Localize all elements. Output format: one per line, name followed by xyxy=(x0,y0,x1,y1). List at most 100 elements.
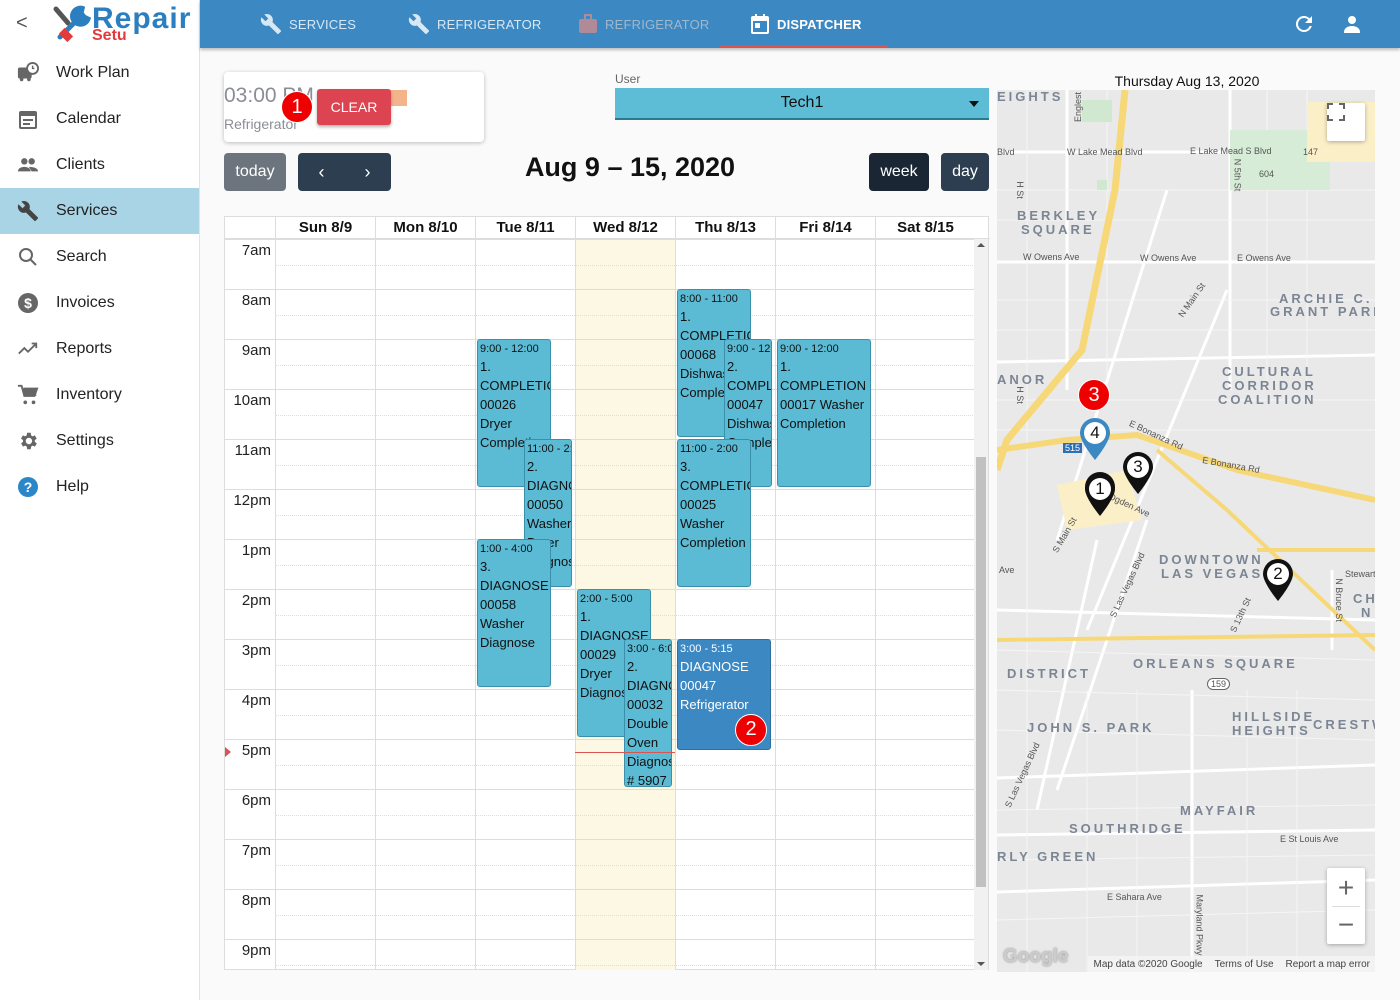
time-label: 8pm xyxy=(241,892,271,909)
calendar-body[interactable]: 7am 8am 9am 10am 11am 12pm 1pm 2pm 3pm 4pm 5pm 6pm 7… xyxy=(225,239,990,970)
map[interactable]: EIGHTS BERKLEY SQUARE ARCHIE C. GRANT PA… xyxy=(997,90,1375,972)
user-select[interactable]: Tech1 xyxy=(615,88,989,120)
time-slot-row: 1pm xyxy=(225,539,975,589)
scroll-down-icon[interactable] xyxy=(977,962,985,966)
street-label: H St xyxy=(1014,181,1025,199)
report-error-link[interactable]: Report a map error xyxy=(1286,959,1370,970)
event-line: 1. xyxy=(580,609,591,624)
map-pin-4[interactable]: 4 xyxy=(1078,416,1112,462)
next-week-button[interactable]: › xyxy=(345,162,391,183)
column-divider xyxy=(775,239,776,970)
day-view-button[interactable]: day xyxy=(941,153,989,191)
gear-icon xyxy=(17,430,39,452)
sidebar-item-label: Help xyxy=(56,478,89,495)
time-slot-row: 12pm xyxy=(225,489,975,539)
sidebar-item-clients[interactable]: Clients xyxy=(0,142,199,188)
event-time: 9:00 - 12:00 xyxy=(480,343,539,355)
calendar-title: Aug 9 – 15, 2020 xyxy=(524,152,736,182)
user-label: User xyxy=(615,72,641,86)
time-slot-row: 7pm xyxy=(225,839,975,889)
event-line: 3. xyxy=(680,459,691,474)
step-badge: 3 xyxy=(1078,379,1110,411)
event-line: 00032 xyxy=(627,697,664,712)
map-area-label: CH xyxy=(1353,591,1375,606)
calendar-event[interactable]: 1:00 - 4:00 3. DIAGNOSE 00058 Washer Diagnose xyxy=(477,539,551,687)
refresh-icon[interactable] xyxy=(1292,12,1316,36)
map-pin-2[interactable]: 2 xyxy=(1261,557,1295,603)
event-line: Double xyxy=(627,716,669,731)
terms-link[interactable]: Terms of Use xyxy=(1215,959,1274,970)
column-divider xyxy=(675,239,676,970)
half-hour-line xyxy=(275,565,975,566)
sidebar-item-invoices[interactable]: $ Invoices xyxy=(0,280,199,326)
sidebar-item-work-plan[interactable]: Work Plan xyxy=(0,50,199,96)
clear-button[interactable]: CLEAR xyxy=(317,89,391,125)
event-line: 00050 xyxy=(527,497,564,512)
sidebar-item-label: Clients xyxy=(56,156,105,173)
calendar-header: Sun 8/9 Mon 8/10 Tue 8/11 Wed 8/12 Thu 8/13 F… xyxy=(225,217,990,239)
event-line: Washer xyxy=(480,616,525,631)
tab-dispatcher[interactable]: DISPATCHER xyxy=(720,0,888,48)
scrollbar-thumb[interactable] xyxy=(976,457,986,887)
map-area-label: COALITION xyxy=(1218,392,1317,407)
sidebar-item-reports[interactable]: Reports xyxy=(0,326,199,372)
user-select-value: Tech1 xyxy=(780,94,824,111)
day-header: Tue 8/11 xyxy=(475,217,575,239)
nav-button-group: ‹ › xyxy=(298,153,391,191)
pin-label: 1 xyxy=(1095,479,1105,498)
map-footer: Map data ©2020 Google Terms of Use Repor… xyxy=(1088,956,1375,972)
event-line: 00026 xyxy=(480,397,517,412)
week-calendar: Sun 8/9 Mon 8/10 Tue 8/11 Wed 8/12 Thu 8/13 F… xyxy=(224,216,990,970)
event-line: 2. xyxy=(627,659,638,674)
event-line: 2. xyxy=(527,459,538,474)
map-pin-1[interactable]: 1 xyxy=(1083,472,1117,518)
logo[interactable]: Repair Setu xyxy=(48,2,190,47)
scroll-up-icon[interactable] xyxy=(977,243,985,247)
day-header: Wed 8/12 xyxy=(575,217,675,239)
zoom-out-button[interactable]: − xyxy=(1338,907,1354,943)
event-line: 00047 xyxy=(680,678,717,693)
account-icon[interactable] xyxy=(1340,12,1364,36)
sidebar-item-help[interactable]: ? Help xyxy=(0,464,199,510)
event-line: COMPLETION xyxy=(727,378,772,393)
half-hour-line xyxy=(275,965,975,966)
current-time-arrow-icon xyxy=(225,746,231,757)
tab-services[interactable]: SERVICES xyxy=(260,0,356,48)
calendar-scrollbar[interactable] xyxy=(974,239,988,970)
time-label: 6pm xyxy=(241,792,271,809)
week-view-button[interactable]: week xyxy=(869,153,929,191)
sidebar-item-settings[interactable]: Settings xyxy=(0,418,199,464)
calendar-event[interactable]: 11:00 - 2:00 3. COMPLETION 00025 Washer Compl… xyxy=(677,439,751,587)
time-label: 1pm xyxy=(241,542,271,559)
svg-text:?: ? xyxy=(24,479,33,495)
calendar-event[interactable]: 3:00 - 6:00 2. DIAGNOSE 00032 Double Oven Diag… xyxy=(624,639,672,787)
column-divider xyxy=(275,239,276,970)
day-header: Sat 8/15 xyxy=(875,217,975,239)
street-label: W Owens Ave xyxy=(1140,253,1197,263)
day-header: Fri 8/14 xyxy=(775,217,875,239)
map-area-label: CULTURAL xyxy=(1222,364,1316,379)
sidebar-item-inventory[interactable]: Inventory xyxy=(0,372,199,418)
time-label: 7pm xyxy=(241,842,271,859)
half-hour-line xyxy=(275,265,975,266)
cart-icon xyxy=(17,384,39,406)
tab-refrigerator[interactable]: REFRIGERATOR xyxy=(408,0,541,48)
sidebar-item-calendar[interactable]: Calendar xyxy=(0,96,199,142)
street-label: E St Louis Ave xyxy=(1280,834,1339,844)
collapse-sidebar-icon[interactable]: < xyxy=(16,12,28,35)
fullscreen-button[interactable] xyxy=(1327,103,1365,141)
zoom-in-button[interactable]: + xyxy=(1338,870,1354,906)
sidebar-item-services[interactable]: Services xyxy=(0,188,199,234)
today-button[interactable]: today xyxy=(224,153,286,191)
event-line: 00017 Washer xyxy=(780,397,865,412)
street-label: N 5th St xyxy=(1232,158,1243,192)
map-pin-3-black[interactable]: 3 xyxy=(1121,450,1155,496)
prev-week-button[interactable]: ‹ xyxy=(299,162,345,183)
event-line: 2. xyxy=(727,359,738,374)
map-area-label: DOWNTOWN xyxy=(1159,552,1264,567)
calendar-event[interactable]: 9:00 - 12:00 1. COMPLETION 00017 Washer Comp… xyxy=(777,339,871,487)
map-area-label: JOHN S. PARK xyxy=(1027,720,1155,735)
street-label: E Owens Ave xyxy=(1237,253,1291,263)
sidebar-item-search[interactable]: Search xyxy=(0,234,199,280)
event-line: 00058 xyxy=(480,597,517,612)
